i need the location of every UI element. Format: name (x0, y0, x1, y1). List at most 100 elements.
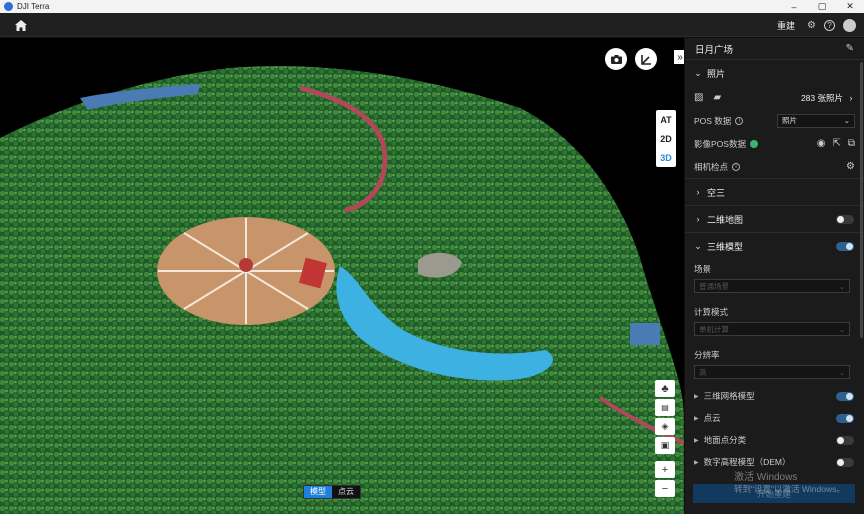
home-button[interactable] (10, 17, 32, 33)
sub-item-label: 地面点分类 (703, 435, 747, 445)
scene-label: 场景 (694, 264, 712, 274)
measure-tool-button[interactable] (635, 48, 657, 70)
photo-count-link[interactable]: 283 张照片 › (801, 92, 855, 104)
measure-angle-icon (640, 54, 651, 65)
resolution-select[interactable]: 高 ⌄ (694, 365, 850, 379)
view-mode-at[interactable]: AT (656, 110, 676, 129)
panel-collapse-button[interactable]: » (674, 50, 684, 64)
render-mode-pointcloud[interactable]: 点云 (332, 486, 360, 498)
top-toolbar: 重建 ⚙ ? (0, 13, 864, 37)
chevron-down-icon: ⌄ (694, 67, 702, 78)
eye-icon[interactable]: ◉ (817, 138, 826, 149)
scene-select-value: 普通场景 (699, 281, 729, 291)
3d-model-viewport[interactable]: » AT 2D 3D ♣ ▤ ◈ ▣ + − 模型 点云 (0, 38, 684, 514)
layer-icon: ▤ (661, 403, 669, 412)
image-pos-row: 影像POS数据 ◉ ⇱ ⧉ (685, 132, 864, 155)
help-icon[interactable]: ? (824, 19, 835, 31)
box-icon: ▣ (660, 440, 670, 450)
pointcloud-toggle[interactable] (836, 413, 854, 423)
home-icon (15, 19, 27, 31)
zoom-in-button[interactable]: + (655, 461, 675, 478)
sub-item-pointcloud[interactable]: ▶ 点云 (685, 407, 864, 429)
box-view-button[interactable]: ▣ (655, 437, 675, 454)
tree-icon: ♣ (661, 382, 669, 395)
maximize-button[interactable]: ▢ (808, 0, 836, 13)
camera-check-label: 相机检点 (694, 161, 729, 172)
sub-item-ground-classification[interactable]: ▶ 地面点分类 (685, 429, 864, 451)
mesh-toggle[interactable] (836, 391, 854, 401)
pos-data-select[interactable]: 照片 ⌄ (777, 113, 855, 128)
photos-section: ⌄ 照片 ▨ ▰ 283 张照片 › POS 数据 i 照片 ⌄ 影像POS数据 ◉ … (685, 60, 864, 179)
cube-view-button[interactable]: ◈ (655, 418, 675, 435)
chevron-down-icon: ⌄ (843, 116, 850, 125)
compute-mode-value: 单机计算 (699, 324, 729, 334)
settings-gear-icon[interactable]: ⚙ (807, 20, 816, 31)
view-mode-3d[interactable]: 3D (656, 148, 676, 167)
model3d-toggle[interactable] (836, 241, 854, 251)
render-mode-model[interactable]: 模型 (304, 486, 332, 498)
ground-classification-toggle[interactable] (836, 435, 854, 445)
scene-select[interactable]: 普通场景 ⌄ (694, 279, 850, 293)
sub-item-label: 点云 (703, 413, 721, 423)
air-triangulation-section: › 空三 (685, 179, 864, 206)
chevron-down-icon: ⌄ (838, 281, 845, 291)
air-triangulation-header[interactable]: › 空三 (685, 179, 864, 205)
photos-section-header[interactable]: ⌄ 照片 (685, 60, 864, 86)
map2d-toggle[interactable] (836, 214, 854, 224)
tree-layer-button[interactable]: ♣ (655, 380, 675, 397)
settings-gear-icon[interactable]: ⚙ (846, 161, 855, 172)
check-circle-icon (749, 139, 758, 148)
edit-pencil-icon[interactable]: ✎ (846, 43, 854, 54)
aerial-3d-model-render (0, 66, 684, 514)
caret-right-icon: ▶ (694, 415, 699, 422)
panel-header: 日月广场 ✎ (685, 38, 864, 60)
viewport-side-tools: ♣ ▤ ◈ ▣ + − (655, 380, 675, 497)
edit-icon[interactable]: ⧉ (848, 138, 855, 149)
chevron-down-icon: ⌄ (838, 367, 845, 377)
image-pos-label: 影像POS数据 (694, 138, 746, 149)
photo-count: 283 张照片 (800, 92, 843, 103)
pos-data-row: POS 数据 i 照片 ⌄ (685, 109, 864, 132)
export-icon[interactable]: ⇱ (832, 138, 840, 149)
map2d-header[interactable]: › 二维地图 (685, 206, 864, 232)
image-icon[interactable]: ▨ (694, 92, 703, 103)
zoom-out-button[interactable]: − (655, 480, 675, 497)
pos-data-select-value: 照片 (782, 116, 797, 125)
model3d-header[interactable]: ⌄ 三维模型 (685, 233, 864, 259)
map2d-title: 二维地图 (707, 214, 744, 225)
camera-check-row: 相机检点 i ⚙ (685, 155, 864, 178)
dem-toggle[interactable] (836, 457, 854, 467)
render-mode-toggle: 模型 点云 (303, 485, 361, 499)
window-controls: – ▢ ✕ (780, 0, 864, 13)
sub-item-mesh[interactable]: ▶ 三维网格模型 (685, 385, 864, 407)
top-right-actions: 重建 ⚙ ? (777, 13, 856, 37)
close-button[interactable]: ✕ (836, 0, 864, 13)
info-icon[interactable]: i (735, 116, 744, 125)
watermark-line-1: 激活 Windows (734, 472, 798, 483)
caret-right-icon: ▶ (694, 437, 699, 444)
panel-scrollbar[interactable] (860, 62, 863, 338)
map2d-section: › 二维地图 (685, 206, 864, 233)
view-mode-2d[interactable]: 2D (656, 129, 676, 148)
project-name: 日月广场 (695, 44, 734, 56)
compute-mode-select[interactable]: 单机计算 ⌄ (694, 322, 850, 336)
caret-right-icon: ▶ (694, 393, 699, 400)
rebuild-button[interactable]: 重建 (777, 19, 795, 32)
windows-activation-watermark: 激活 Windows 转到"设置"以激活 Windows。 (734, 468, 845, 495)
minimize-button[interactable]: – (780, 0, 808, 13)
window-title-bar: DJI Terra – ▢ ✕ (0, 0, 864, 13)
cube-icon: ◈ (661, 421, 669, 431)
photo-count-row: ▨ ▰ 283 张照片 › (685, 86, 864, 109)
layer-view-button[interactable]: ▤ (655, 399, 675, 416)
view-mode-switch: AT 2D 3D (656, 110, 676, 167)
info-icon[interactable]: i (732, 162, 741, 171)
caret-right-icon: ▶ (694, 459, 699, 466)
sub-item-label: 数字高程模型（DEM） (703, 457, 791, 467)
chevron-right-icon: › (696, 214, 700, 224)
app-logo-icon (4, 2, 13, 11)
screenshot-camera-button[interactable] (605, 48, 627, 70)
folder-icon[interactable]: ▰ (713, 92, 721, 103)
sub-item-label: 三维网格模型 (703, 391, 755, 401)
chevron-right-icon: › (849, 92, 853, 103)
user-avatar[interactable] (843, 18, 856, 32)
